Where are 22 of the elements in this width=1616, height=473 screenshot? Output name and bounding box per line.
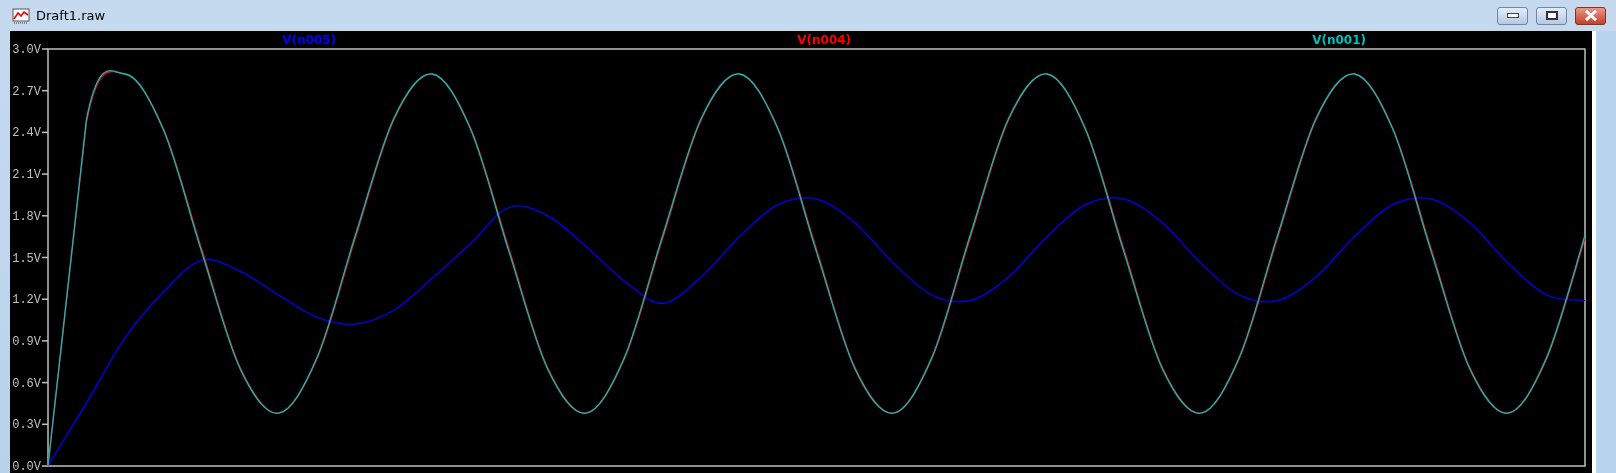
maximize-icon	[1545, 11, 1558, 20]
y-axis-label: 1.8V	[12, 209, 41, 224]
y-axis-label: 1.5V	[12, 251, 41, 266]
maximize-button[interactable]	[1536, 6, 1567, 25]
y-axis-label: 0.6V	[12, 376, 41, 391]
y-axis-label: 1.2V	[12, 293, 41, 308]
close-button[interactable]	[1575, 6, 1606, 25]
trace-label[interactable]: V(n004)	[797, 33, 852, 47]
trace-label[interactable]: V(n001)	[1312, 33, 1366, 47]
waveform-icon	[12, 7, 30, 24]
y-axis-label: 0.9V	[12, 334, 41, 349]
window-title: Draft1.raw	[36, 8, 106, 23]
minimize-button[interactable]	[1497, 6, 1528, 25]
minimize-icon	[1506, 13, 1519, 18]
close-icon	[1583, 10, 1598, 21]
y-axis-label: 2.1V	[12, 168, 41, 183]
y-axis-label: 0.0V	[12, 460, 41, 473]
y-axis-label: 2.7V	[12, 84, 41, 99]
y-axis-label: 3.0V	[12, 43, 41, 57]
y-axis-label: 2.4V	[12, 126, 41, 141]
y-axis-label: 0.3V	[12, 418, 41, 433]
line-series	[47, 197, 1586, 467]
